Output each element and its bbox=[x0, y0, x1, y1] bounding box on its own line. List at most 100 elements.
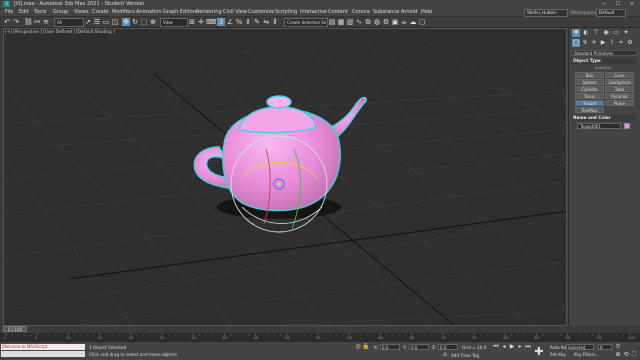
render-production-icon[interactable]: ☕ bbox=[400, 18, 408, 26]
rotate-icon[interactable]: ↻ bbox=[131, 18, 139, 26]
pyramid-button[interactable]: Pyramid bbox=[605, 93, 634, 99]
a360-gallery-icon[interactable]: ▢ bbox=[418, 18, 426, 26]
toggle-layer-explorer-icon[interactable]: ▦ bbox=[337, 18, 345, 26]
menu-scripting[interactable]: Scripting bbox=[275, 9, 297, 15]
teapot-button[interactable]: Teapot bbox=[575, 100, 604, 106]
window-crossing-icon[interactable]: ◫ bbox=[111, 18, 119, 26]
menu-graph-editors[interactable]: Graph Editors bbox=[163, 9, 197, 15]
previous-frame-icon[interactable]: ◂ bbox=[500, 343, 508, 351]
track-bar[interactable]: 0 5 10 15 20 25 30 35 40 45 50 55 60 65 70 75 80 85 90 95 10… bbox=[0, 333, 640, 342]
reference-coordinate-dropdown[interactable]: View bbox=[160, 18, 188, 27]
unlink-icon[interactable]: ⚯ bbox=[33, 18, 41, 26]
maxscript-listener-input[interactable] bbox=[1, 351, 85, 357]
cylinder-button[interactable]: Cylinder bbox=[575, 86, 604, 92]
maximize-viewport-icon[interactable]: ⛶ bbox=[630, 351, 638, 359]
pivot-center-icon[interactable]: ⊞ bbox=[188, 18, 196, 26]
time-slider-handle[interactable]: 0 / 100 bbox=[3, 326, 27, 332]
display-tab-icon[interactable]: ▭ bbox=[612, 29, 620, 37]
helpers-icon[interactable]: ⌇ bbox=[608, 39, 616, 47]
box-button[interactable]: Box bbox=[575, 72, 604, 78]
menu-animation[interactable]: Animation bbox=[136, 9, 162, 15]
zoom-extents-icon[interactable]: ⊕ bbox=[614, 351, 622, 359]
align-icon[interactable]: ⫴ bbox=[271, 18, 279, 26]
bind-space-warp-icon[interactable]: ≋ bbox=[42, 18, 50, 26]
tube-button[interactable]: Tube bbox=[605, 86, 634, 92]
minimize-icon[interactable]: — bbox=[597, 0, 611, 8]
cameras-icon[interactable]: ▶ bbox=[599, 39, 607, 47]
name-and-color-rollout[interactable]: Name and Color bbox=[571, 115, 637, 121]
sphere-button[interactable]: Sphere bbox=[575, 79, 604, 85]
go-to-end-icon[interactable]: ⏭ bbox=[524, 343, 532, 351]
menu-rendering[interactable]: Rendering bbox=[196, 9, 222, 15]
menu-file[interactable]: File bbox=[5, 9, 13, 15]
x-coord-input[interactable]: 0.0 bbox=[380, 344, 400, 350]
scale-icon[interactable]: ⬚ bbox=[140, 18, 148, 26]
geosphere-button[interactable]: GeoSphere bbox=[605, 79, 634, 85]
named-selection-dropdown[interactable]: Create Selection Se bbox=[284, 18, 328, 27]
maximize-icon[interactable]: ☐ bbox=[611, 0, 625, 8]
keyboard-shortcut-icon[interactable]: ⌨ bbox=[206, 18, 216, 26]
mirror-icon[interactable]: ⇋ bbox=[262, 18, 270, 26]
menu-content[interactable]: Content bbox=[328, 9, 348, 15]
app-logo-icon[interactable]: 3 bbox=[3, 1, 10, 7]
edit-named-selection-icon[interactable]: ✎ bbox=[253, 18, 261, 26]
primitive-category-dropdown[interactable]: Standard Primitives bbox=[571, 50, 637, 56]
create-tab-icon[interactable]: ✚ bbox=[572, 29, 580, 37]
menu-group[interactable]: Group bbox=[53, 9, 68, 15]
toggle-scene-explorer-icon[interactable]: ▤ bbox=[328, 18, 336, 26]
perspective-viewport[interactable] bbox=[3, 28, 567, 326]
time-slider-track[interactable] bbox=[0, 326, 640, 333]
orbit-icon[interactable]: ⟲ bbox=[622, 351, 630, 359]
set-key-button[interactable]: Set Key bbox=[550, 352, 566, 357]
modify-tab-icon[interactable]: ◐ bbox=[582, 29, 590, 37]
menu-civil-view[interactable]: Civil View bbox=[223, 9, 247, 15]
menu-interactive[interactable]: Interactive bbox=[300, 9, 327, 15]
select-manipulate-icon[interactable]: ✛ bbox=[197, 18, 205, 26]
menu-customize[interactable]: Customize bbox=[248, 9, 274, 15]
menu-views[interactable]: Views bbox=[74, 9, 88, 15]
torus-button[interactable]: Torus bbox=[575, 93, 604, 99]
current-frame-input[interactable]: 0 bbox=[598, 344, 612, 350]
object-color-swatch[interactable] bbox=[624, 123, 630, 129]
toggle-ribbon-icon[interactable]: ▥ bbox=[346, 18, 354, 26]
go-to-start-icon[interactable]: ⏮ bbox=[492, 343, 500, 351]
redo-icon[interactable]: ↷ bbox=[12, 18, 20, 26]
set-key-icon[interactable]: ✚ bbox=[533, 346, 545, 358]
selection-filter-dropdown[interactable]: All bbox=[54, 18, 84, 27]
render-setup-icon[interactable]: ⚙ bbox=[382, 18, 390, 26]
menu-create[interactable]: Create bbox=[92, 9, 109, 15]
geometry-icon[interactable]: ◯ bbox=[572, 39, 580, 47]
isolate-selection-icon[interactable]: ◎ bbox=[354, 343, 362, 351]
cone-button[interactable]: Cone bbox=[605, 72, 634, 78]
link-icon[interactable]: ⛓ bbox=[24, 18, 33, 26]
snaps-toggle-icon[interactable]: 3 bbox=[217, 18, 225, 26]
lights-icon[interactable]: ☀ bbox=[590, 39, 598, 47]
time-configuration-icon[interactable]: ⏱ bbox=[614, 343, 622, 351]
select-by-name-icon[interactable]: ☰ bbox=[93, 18, 101, 26]
autogrid-checkbox[interactable]: AutoGrid bbox=[595, 66, 611, 70]
plane-button[interactable]: Plane bbox=[605, 100, 634, 106]
object-name-input[interactable]: Teapot001 bbox=[577, 123, 621, 129]
motion-tab-icon[interactable]: ◉ bbox=[602, 29, 610, 37]
utilities-tab-icon[interactable]: ✦ bbox=[622, 29, 630, 37]
move-icon[interactable]: ✥ bbox=[122, 18, 130, 26]
rendered-frame-window-icon[interactable]: ▣ bbox=[391, 18, 399, 26]
next-frame-icon[interactable]: ▸ bbox=[516, 343, 524, 351]
menu-tools[interactable]: Tools bbox=[34, 9, 46, 15]
y-coord-input[interactable]: 0.0 bbox=[409, 344, 429, 350]
rectangular-selection-icon[interactable]: ▭ bbox=[102, 18, 110, 26]
material-editor-icon[interactable]: ◍ bbox=[373, 18, 381, 26]
angle-snap-icon[interactable]: ∠ bbox=[226, 18, 234, 26]
key-filters-button[interactable]: Key Filters... bbox=[574, 352, 599, 357]
menu-substance[interactable]: Substance bbox=[373, 9, 399, 15]
maxscript-listener-output[interactable]: Welcome to MAXScript. bbox=[1, 344, 85, 350]
time-tag-icon[interactable]: ⌂ bbox=[441, 351, 449, 359]
close-icon[interactable]: ✕ bbox=[625, 0, 639, 8]
render-in-cloud-icon[interactable]: ☁ bbox=[409, 18, 417, 26]
schematic-view-icon[interactable]: ⧉ bbox=[364, 18, 372, 26]
z-coord-input[interactable]: 0.0 bbox=[438, 344, 458, 350]
workspace-dropdown[interactable]: Default bbox=[596, 9, 626, 17]
object-type-rollout[interactable]: Object Type bbox=[571, 58, 637, 64]
user-account-button[interactable]: Wolfei_Hubbin bbox=[524, 9, 568, 17]
selection-lock-icon[interactable]: 🔒 bbox=[362, 343, 370, 351]
